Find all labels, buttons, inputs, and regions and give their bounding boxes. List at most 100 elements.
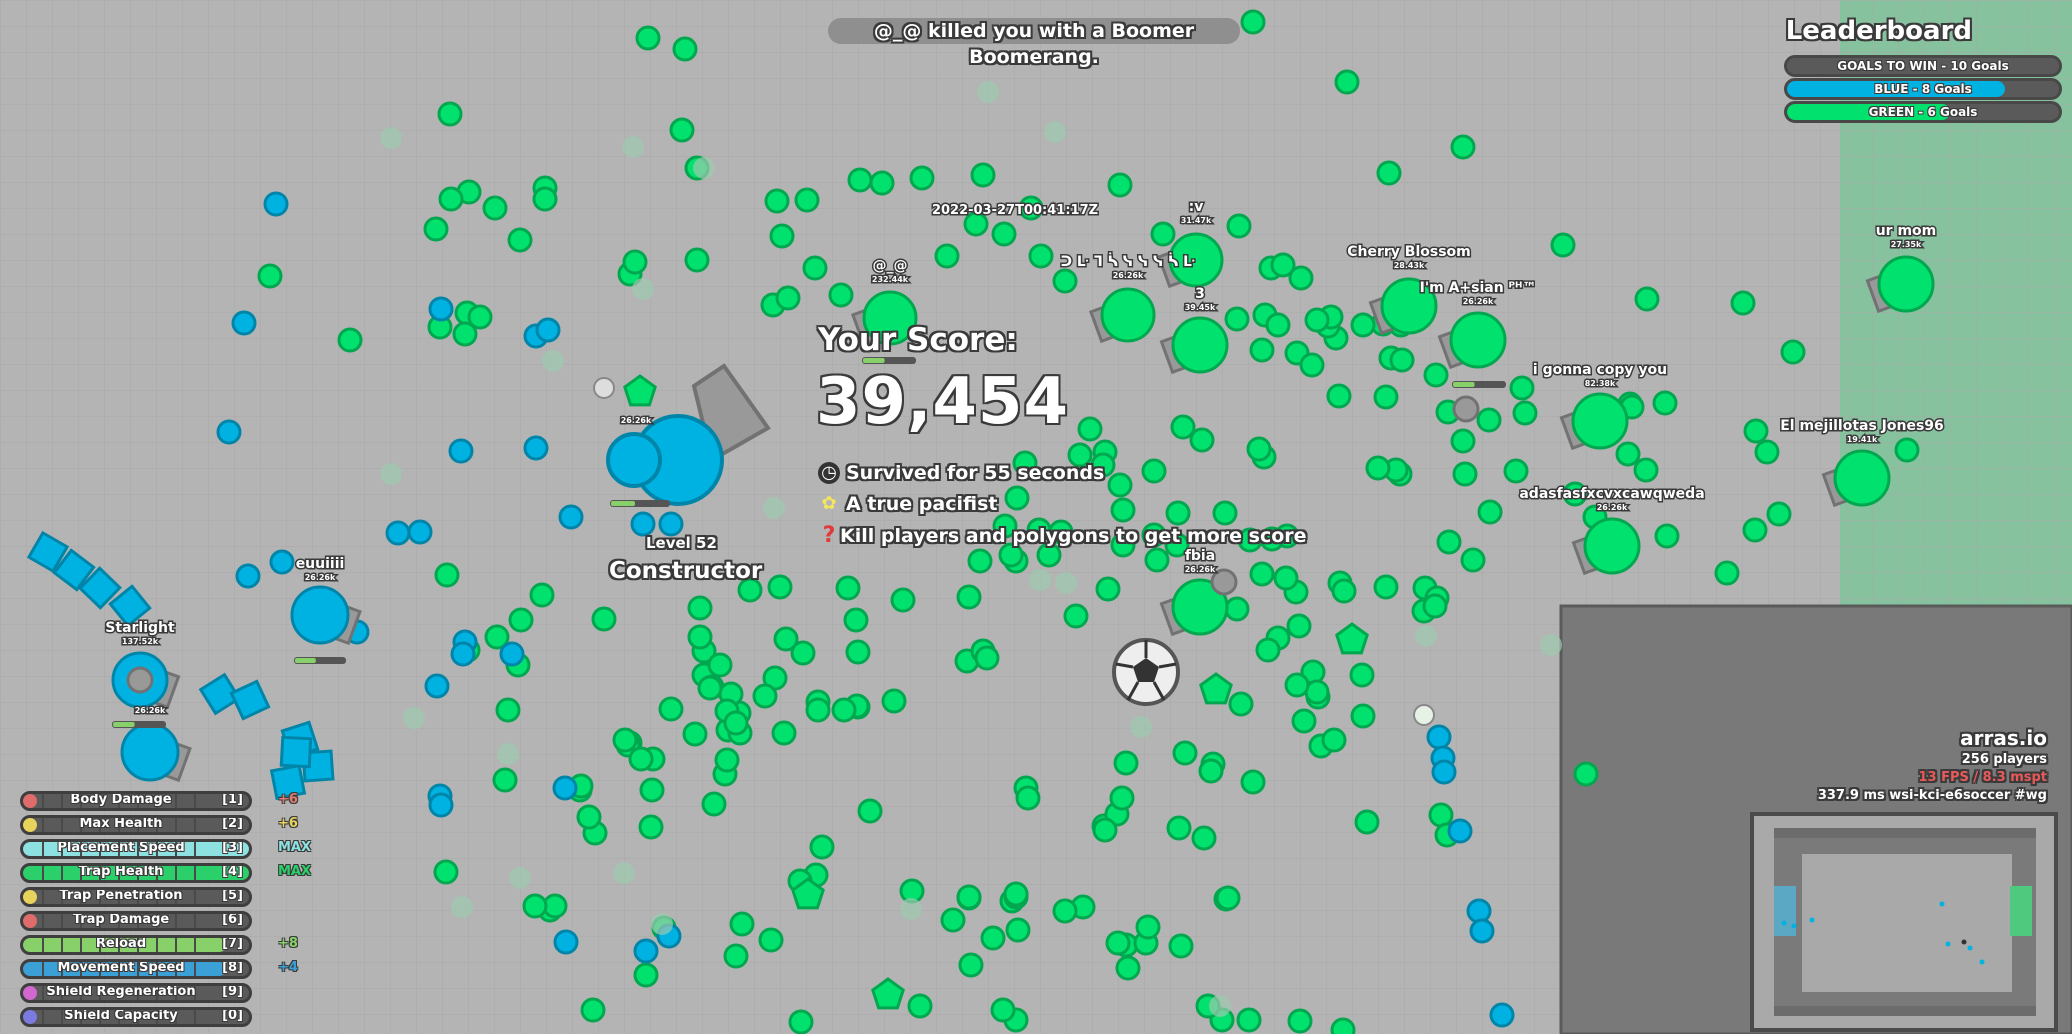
green-bullet <box>1052 268 1078 294</box>
green-bullet <box>1105 930 1131 956</box>
green-bullet <box>257 263 283 289</box>
player-score: 26.26k <box>1113 271 1144 280</box>
green-bullet <box>687 624 713 650</box>
blue-bullet <box>523 435 549 461</box>
player-name: Cherry Blossom <box>1347 244 1471 260</box>
green-bullet <box>658 696 684 722</box>
blue-bullet <box>216 419 242 445</box>
green-bullet <box>628 746 654 772</box>
green-bullet <box>1503 458 1529 484</box>
green-bullet <box>423 216 449 242</box>
green-bullet <box>1191 825 1217 851</box>
green-bullet <box>433 859 459 885</box>
faded-bullet <box>651 913 673 935</box>
upgrade-bar-movement-speed[interactable]: Movement Speed [8] <box>20 959 252 979</box>
blue-bullet <box>407 519 433 545</box>
green-bullet <box>1477 499 1503 525</box>
green-bullet <box>881 688 907 714</box>
health-fill <box>295 658 316 663</box>
upgrade-key: [0] <box>222 1008 243 1023</box>
upgrade-bar-placement-speed[interactable]: Placement Speed [3] <box>20 839 252 859</box>
green-bullet <box>1373 574 1399 600</box>
green-bullet <box>1450 428 1476 454</box>
upgrade-bar-max-health[interactable]: Max Health [2] <box>20 815 252 835</box>
green-bullet <box>1652 390 1678 416</box>
upgrade-bonus: +4 <box>278 960 298 975</box>
green-bullet <box>835 575 861 601</box>
green-bullet <box>828 282 854 308</box>
green-bullet <box>1365 455 1391 481</box>
upgrade-bonus: MAX <box>278 840 312 855</box>
upgrade-label: Max Health <box>79 816 163 831</box>
green-bullet <box>1349 662 1375 688</box>
green-bullet <box>802 255 828 281</box>
green-bullet <box>1166 815 1192 841</box>
green-bullet <box>1286 613 1312 639</box>
upgrade-label: Shield Regeneration <box>46 984 196 999</box>
green-bullet <box>1115 955 1141 981</box>
player-score: 26.26k <box>1463 297 1494 306</box>
upgrade-key: [5] <box>222 888 243 903</box>
green-bullet <box>1198 758 1224 784</box>
blue-bullet <box>448 438 474 464</box>
tank-class: Constructor <box>609 558 763 584</box>
green-bullet <box>980 925 1006 951</box>
green-bullet <box>1780 339 1806 365</box>
blue-bullet <box>553 929 579 955</box>
green-bullet <box>1573 761 1599 787</box>
server-timestamp: 2022-03-27T00:41:17Z <box>932 203 1098 218</box>
green-bullet <box>1077 416 1103 442</box>
green-bullet <box>1334 69 1360 95</box>
green-bullet <box>1172 740 1198 766</box>
green-bullet <box>682 721 708 747</box>
green-bullet <box>591 606 617 632</box>
green-bullet <box>1246 436 1272 462</box>
green-bullet <box>1109 785 1135 811</box>
upgrade-bar-shield-capacity[interactable]: Shield Capacity [0] <box>20 1007 252 1027</box>
upgrade-key: [3] <box>222 840 243 855</box>
upgrade-label: Shield Capacity <box>64 1008 178 1023</box>
blue-bullet <box>263 191 289 217</box>
green-bullet <box>934 243 960 269</box>
minimap-canvas <box>1754 816 2054 1028</box>
upgrade-key: [6] <box>222 912 243 927</box>
green-bullet <box>1224 596 1250 622</box>
player-score: 39.45k <box>1185 303 1216 312</box>
green-bullet <box>437 101 463 127</box>
green-bullet <box>1113 750 1139 776</box>
green-bullet <box>1330 1017 1356 1034</box>
blue-bullet <box>1431 759 1457 785</box>
upgrade-bonus: +8 <box>278 936 298 951</box>
green-bullet <box>482 195 508 221</box>
performance-readout: 13 FPS / 8.3 mspt <box>1918 770 2047 785</box>
green-bullet <box>723 710 749 736</box>
upgrade-bar-reload[interactable]: Reload [7] <box>20 935 252 955</box>
upgrade-bar-trap-health[interactable]: Trap Health [4] <box>20 863 252 883</box>
green-bullet <box>809 834 835 860</box>
green-bullet <box>1095 576 1121 602</box>
green-bullet <box>1476 407 1502 433</box>
green-bullet <box>1350 703 1376 729</box>
faded-bullet <box>763 497 785 519</box>
faded-bullet <box>900 898 922 920</box>
green-bullet <box>1215 885 1241 911</box>
green-bullet <box>1028 243 1054 269</box>
green-bullet <box>1634 286 1660 312</box>
upgrade-bar-trap-damage[interactable]: Trap Damage [6] <box>20 911 252 931</box>
green-bullet <box>1615 441 1641 467</box>
green-bullet <box>1226 213 1252 239</box>
green-bullet <box>633 962 659 988</box>
faded-bullet <box>1415 625 1437 647</box>
green-bullet <box>1743 418 1769 444</box>
upgrade-bar-shield-regeneration[interactable]: Shield Regeneration [9] <box>20 983 252 1003</box>
upgrade-bar-body-damage[interactable]: Body Damage [1] <box>20 791 252 811</box>
green-bullet <box>1255 637 1281 663</box>
upgrade-bar-trap-penetration[interactable]: Trap Penetration [5] <box>20 887 252 907</box>
blue-bullet <box>231 310 257 336</box>
faded-bullet <box>1029 569 1051 591</box>
green-bullet <box>769 223 795 249</box>
green-bullet <box>701 791 727 817</box>
green-bullet <box>1742 517 1768 543</box>
green-bullet <box>452 321 478 347</box>
green-bullet <box>707 652 733 678</box>
